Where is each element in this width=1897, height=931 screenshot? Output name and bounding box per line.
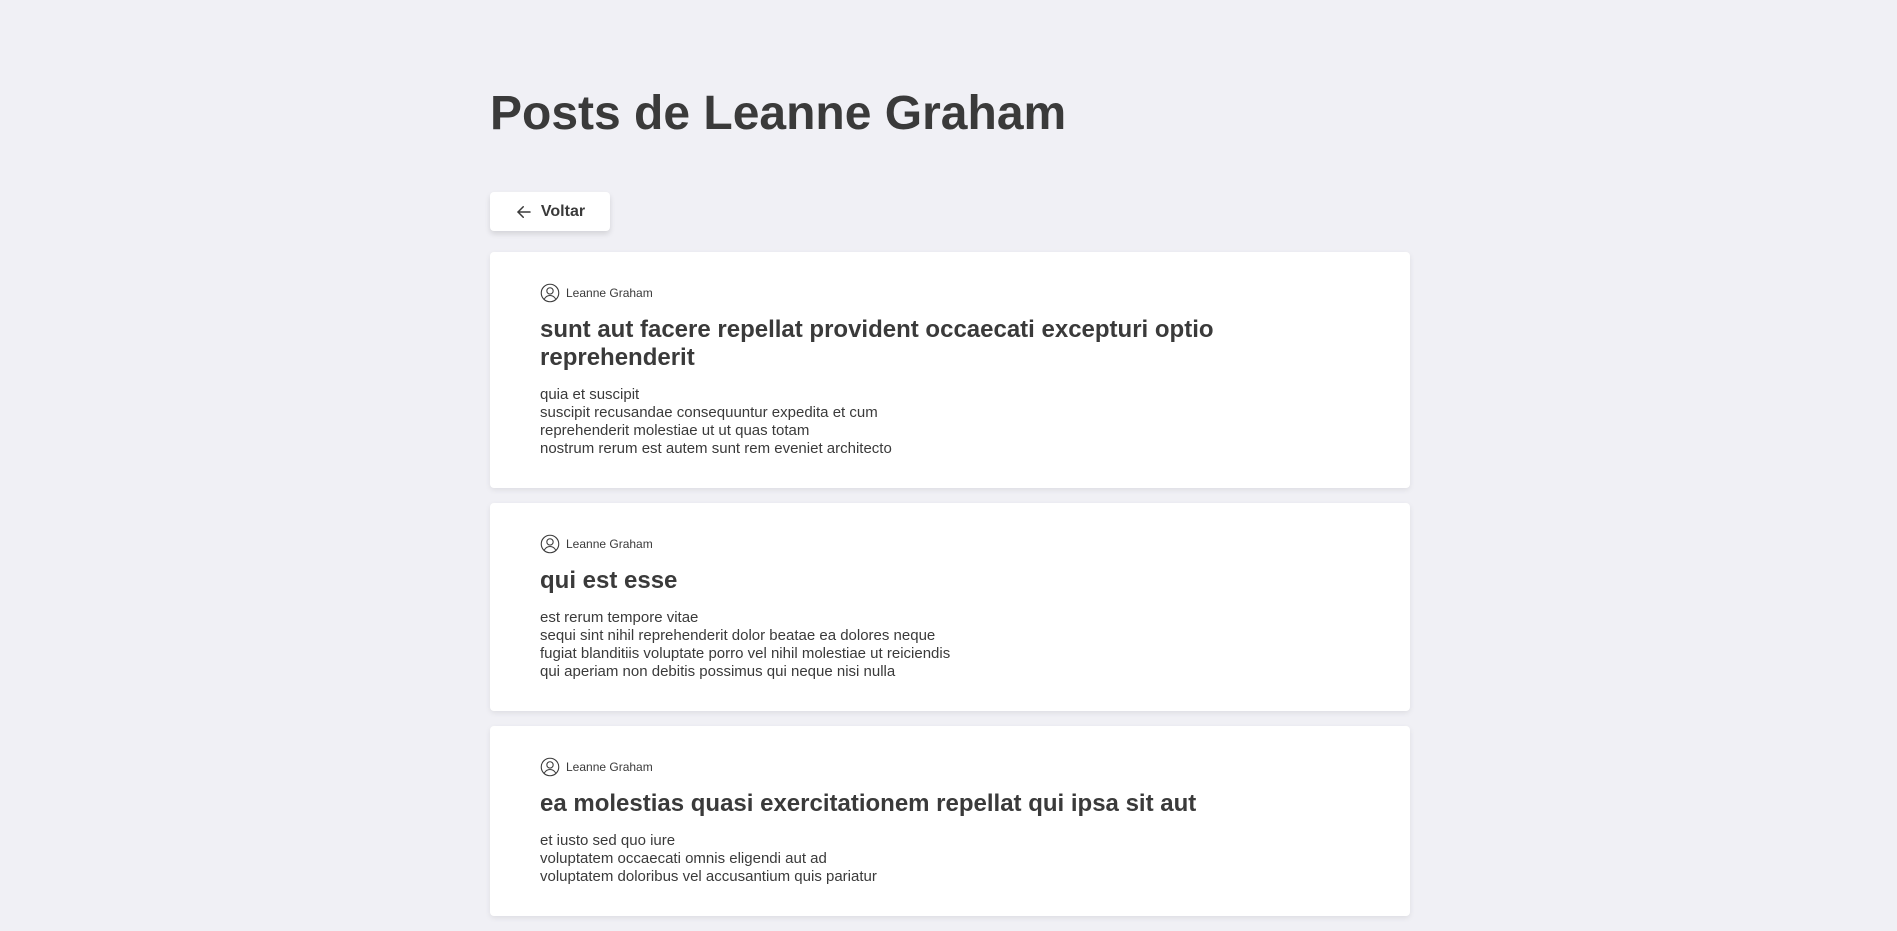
post-card: Leanne Graham sunt aut facere repellat p… bbox=[490, 252, 1410, 488]
author-name: Leanne Graham bbox=[566, 537, 653, 551]
post-title: sunt aut facere repellat provident occae… bbox=[540, 316, 1214, 371]
post-title: ea molestias quasi exercitationem repell… bbox=[540, 790, 1197, 817]
post-card: Leanne Graham qui est esse est rerum tem… bbox=[490, 503, 1410, 711]
post-author: Leanne Graham bbox=[540, 282, 1360, 304]
author-name: Leanne Graham bbox=[566, 760, 653, 774]
post-body: quia et suscipit suscipit recusandae con… bbox=[540, 386, 892, 457]
post-card: Leanne Graham ea molestias quasi exercit… bbox=[490, 726, 1410, 916]
post-title: qui est esse bbox=[540, 567, 678, 594]
user-circle-icon bbox=[540, 534, 560, 554]
user-circle-icon bbox=[540, 757, 560, 777]
post-body: est rerum tempore vitae sequi sint nihil… bbox=[540, 609, 951, 680]
user-circle-icon bbox=[540, 283, 560, 303]
post-list: Leanne Graham sunt aut facere repellat p… bbox=[490, 252, 1410, 931]
author-name: Leanne Graham bbox=[566, 286, 653, 300]
back-button-label: Voltar bbox=[540, 202, 586, 220]
page-title: Posts de Leanne Graham bbox=[490, 87, 1067, 140]
back-button[interactable]: Voltar bbox=[490, 192, 610, 231]
arrow-left-icon bbox=[515, 203, 533, 221]
post-author: Leanne Graham bbox=[540, 533, 1360, 555]
post-body: et iusto sed quo iure voluptatem occaeca… bbox=[540, 832, 877, 885]
post-author: Leanne Graham bbox=[540, 756, 1360, 778]
